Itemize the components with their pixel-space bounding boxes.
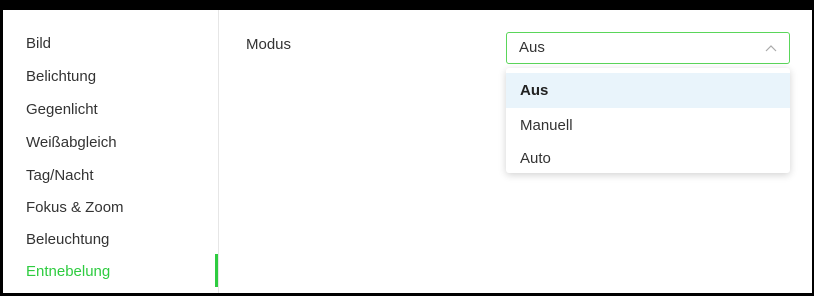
option-manuell[interactable]: Manuell bbox=[506, 108, 790, 143]
modus-select[interactable]: Aus bbox=[506, 32, 790, 64]
option-auto[interactable]: Auto bbox=[506, 141, 790, 176]
sidebar-item-tag-nacht[interactable]: Tag/Nacht bbox=[26, 162, 94, 190]
modus-select-value: Aus bbox=[519, 39, 545, 56]
sidebar-item-gegenlicht[interactable]: Gegenlicht bbox=[26, 96, 98, 124]
sidebar-item-belichtung[interactable]: Belichtung bbox=[26, 63, 96, 91]
modus-label: Modus bbox=[246, 36, 292, 53]
chevron-up-icon bbox=[765, 45, 777, 52]
sidebar-item-weissabgleich[interactable]: Weißabgleich bbox=[26, 129, 117, 157]
sidebar-item-beleuchtung[interactable]: Beleuchtung bbox=[26, 226, 109, 254]
sidebar-item-entnebelung[interactable]: Entnebelung bbox=[26, 258, 110, 286]
active-indicator bbox=[215, 254, 218, 287]
modus-dropdown: Aus Manuell Auto bbox=[506, 68, 790, 173]
sidebar: Bild Belichtung Gegenlicht Weißabgleich … bbox=[3, 10, 219, 293]
settings-panel: Bild Belichtung Gegenlicht Weißabgleich … bbox=[3, 10, 812, 293]
option-aus[interactable]: Aus bbox=[506, 73, 790, 108]
sidebar-item-bild[interactable]: Bild bbox=[26, 30, 51, 58]
sidebar-item-fokus-zoom[interactable]: Fokus & Zoom bbox=[26, 194, 124, 222]
